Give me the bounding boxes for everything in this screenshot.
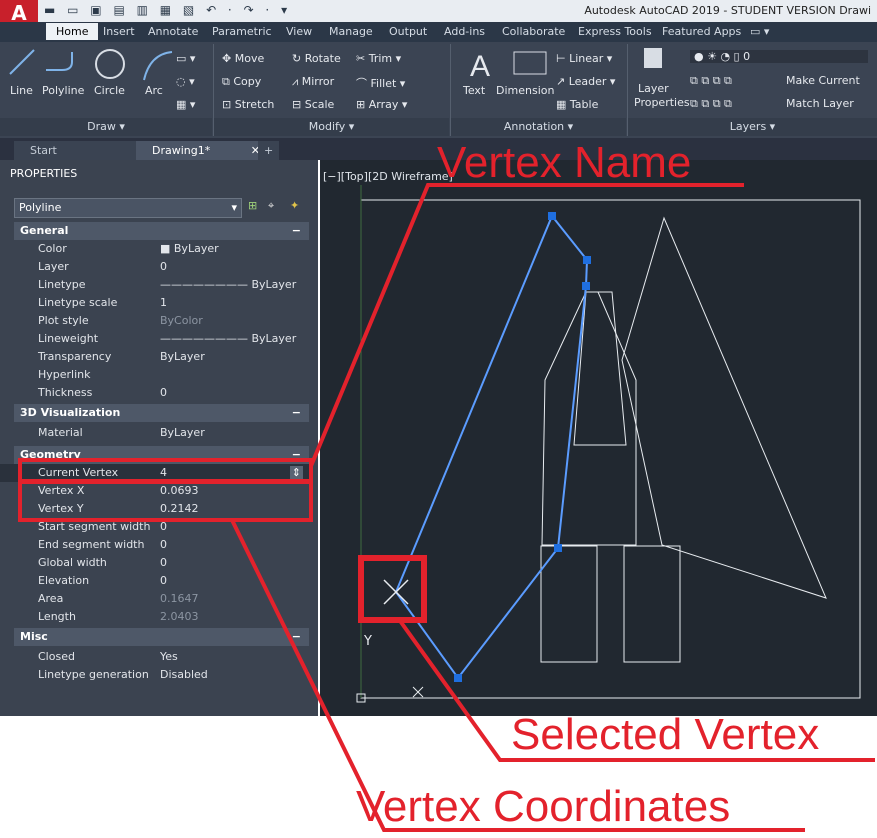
selected-vertex-marker: [383, 579, 409, 605]
vertex-name-leader: [309, 183, 744, 467]
drawing-limits-rect: [360, 199, 861, 699]
vertex-grip: [582, 282, 590, 290]
vertex-coordinates-box: [18, 480, 313, 522]
ucs-x-marker: [412, 686, 424, 698]
cockpit-outline: [573, 291, 627, 446]
polyline-grips: [454, 212, 591, 682]
right-wing-outline: [621, 216, 827, 599]
axis-y-label: Y: [364, 634, 372, 649]
selected-vertex-annotation: Selected Vertex: [511, 710, 820, 759]
vertex-grip: [454, 674, 462, 682]
vertex-grip: [554, 544, 562, 552]
right-engine-outline: [623, 545, 681, 663]
vertex-name-box: [18, 458, 313, 483]
vertex-grip: [548, 212, 556, 220]
vertex-name-annotation: Vertex Name: [437, 138, 692, 187]
left-engine-outline: [540, 545, 598, 663]
vertex-grip: [583, 256, 591, 264]
fuselage-outline: [541, 291, 637, 546]
vertex-coordinates-annotation: Vertex Coordinates: [356, 782, 731, 831]
